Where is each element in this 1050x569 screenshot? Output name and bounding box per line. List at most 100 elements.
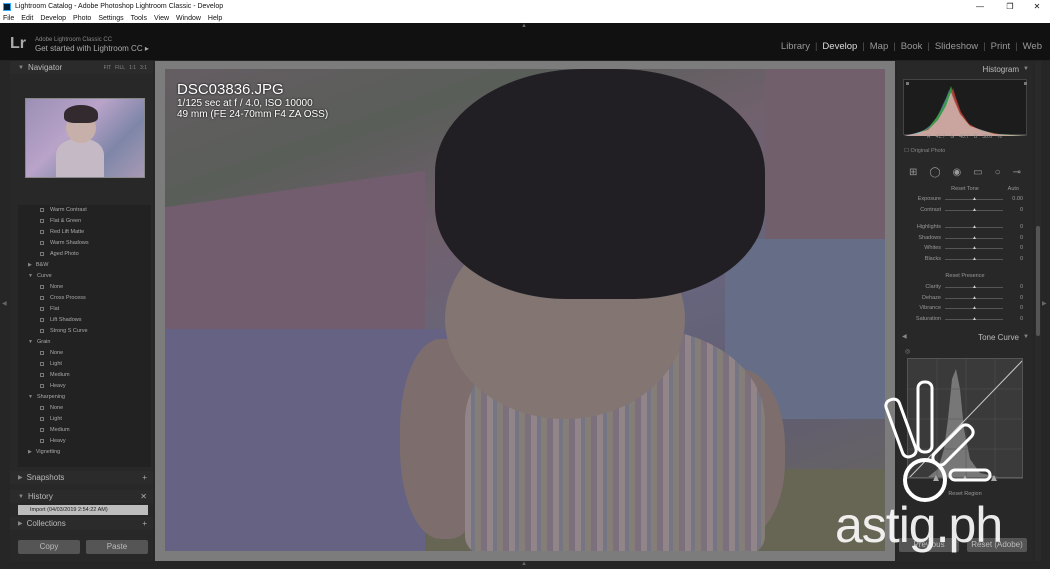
- module-print[interactable]: Print: [991, 41, 1011, 52]
- slider-value[interactable]: 0: [1003, 316, 1023, 322]
- menu-view[interactable]: View: [154, 15, 169, 22]
- photo-preview[interactable]: DSC03836.JPG 1/125 sec at f / 4.0, ISO 1…: [165, 69, 885, 551]
- adjustment-brush-tool-icon[interactable]: ⊸: [1013, 167, 1021, 178]
- slider-thumb-icon[interactable]: ▲: [972, 284, 977, 290]
- menu-settings[interactable]: Settings: [98, 15, 123, 22]
- preset-item[interactable]: None: [18, 403, 151, 414]
- menu-window[interactable]: Window: [176, 15, 201, 22]
- preset-folder[interactable]: ▼ Curve: [18, 271, 151, 282]
- menu-edit[interactable]: Edit: [21, 15, 33, 22]
- histogram-header[interactable]: Histogram ▼: [897, 63, 1033, 76]
- paste-button[interactable]: Paste: [86, 540, 148, 554]
- preset-item[interactable]: Light: [18, 414, 151, 425]
- navigator-preview[interactable]: [25, 98, 145, 178]
- crop-tool-icon[interactable]: ⊞: [909, 167, 917, 178]
- slider-exposure[interactable]: Exposure ▲ 0.00: [905, 195, 1027, 204]
- radial-filter-tool-icon[interactable]: ○: [995, 167, 1001, 178]
- zoom-1-1[interactable]: 1:1: [129, 65, 136, 71]
- reset-tone-label[interactable]: Reset Tone: [951, 186, 979, 192]
- preset-folder[interactable]: ▼ Sharpening: [18, 392, 151, 403]
- slider-highlights[interactable]: Highlights ▲ 0: [905, 223, 1027, 232]
- top-panel-toggle-icon[interactable]: ▲: [521, 23, 527, 29]
- preset-item[interactable]: Flat: [18, 304, 151, 315]
- menu-photo[interactable]: Photo: [73, 15, 91, 22]
- preset-item[interactable]: Flat & Green: [18, 216, 151, 227]
- add-collection-icon[interactable]: +: [142, 519, 147, 528]
- slider-thumb-icon[interactable]: ▲: [972, 235, 977, 241]
- scrollbar-thumb[interactable]: [1036, 226, 1040, 336]
- menu-develop[interactable]: Develop: [40, 15, 66, 22]
- preset-folder[interactable]: ▶ Vignetting: [18, 447, 151, 458]
- maximize-button[interactable]: ❐: [995, 0, 1025, 13]
- slider-value[interactable]: 0: [1003, 245, 1023, 251]
- slider-value[interactable]: 0: [1003, 207, 1023, 213]
- tone-curve-header[interactable]: Tone Curve ▼: [897, 331, 1033, 344]
- copy-button[interactable]: Copy: [18, 540, 80, 554]
- module-web[interactable]: Web: [1023, 41, 1042, 52]
- slider-thumb-icon[interactable]: ▲: [972, 256, 977, 262]
- preset-folder[interactable]: ▶ B&W: [18, 260, 151, 271]
- slider-thumb-icon[interactable]: ▲: [972, 224, 977, 230]
- preset-item[interactable]: Red Lift Matte: [18, 227, 151, 238]
- left-panel-toggle-icon[interactable]: ◀: [2, 300, 7, 307]
- history-header[interactable]: ▼ History: [10, 490, 153, 503]
- module-library[interactable]: Library: [781, 41, 810, 52]
- graduated-filter-tool-icon[interactable]: ▭: [973, 167, 982, 178]
- zoom-3-1[interactable]: 3:1: [140, 65, 147, 71]
- preset-item[interactable]: Light: [18, 359, 151, 370]
- slider-thumb-icon[interactable]: ▲: [972, 305, 977, 311]
- slider-value[interactable]: 0: [1003, 284, 1023, 290]
- slider-thumb-icon[interactable]: ▲: [972, 196, 977, 202]
- target-adjust-icon[interactable]: ◎: [905, 348, 910, 355]
- preset-item[interactable]: Warm Contrast: [18, 205, 151, 216]
- history-item[interactable]: Import (04/03/2019 2:54:22 AM): [18, 505, 148, 515]
- preset-item[interactable]: Medium: [18, 425, 151, 436]
- histogram[interactable]: [903, 79, 1028, 136]
- slider-contrast[interactable]: Contrast ▲ 0: [905, 206, 1027, 215]
- slider-blacks[interactable]: Blacks ▲ 0: [905, 255, 1027, 264]
- slider-value[interactable]: 0: [1003, 256, 1023, 262]
- preset-item[interactable]: Cross Process: [18, 293, 151, 304]
- filmstrip-toggle-icon[interactable]: ▲: [521, 561, 527, 567]
- expand-left-triangle-icon[interactable]: ◀: [902, 333, 907, 340]
- slider-value[interactable]: 0: [1003, 235, 1023, 241]
- slider-clarity[interactable]: Clarity ▲ 0: [905, 283, 1027, 292]
- module-slideshow[interactable]: Slideshow: [935, 41, 978, 52]
- slider-vibrance[interactable]: Vibrance ▲ 0: [905, 304, 1027, 313]
- get-started-link[interactable]: Get started with Lightroom CC ▸: [35, 44, 149, 53]
- slider-value[interactable]: 0: [1003, 305, 1023, 311]
- preset-item[interactable]: None: [18, 348, 151, 359]
- preset-item[interactable]: None: [18, 282, 151, 293]
- original-photo-checkbox[interactable]: ☐ Original Photo: [904, 148, 945, 154]
- zoom-fit[interactable]: FIT: [104, 65, 112, 71]
- slider-value[interactable]: 0: [1003, 295, 1023, 301]
- preset-item[interactable]: Strong S Curve: [18, 326, 151, 337]
- preset-item[interactable]: Warm Shadows: [18, 238, 151, 249]
- menu-help[interactable]: Help: [208, 15, 222, 22]
- menu-tools[interactable]: Tools: [131, 15, 147, 22]
- slider-value[interactable]: 0.00: [1003, 196, 1023, 202]
- auto-tone-button[interactable]: Auto: [1008, 186, 1019, 192]
- slider-thumb-icon[interactable]: ▲: [972, 245, 977, 251]
- snapshots-header[interactable]: ▶ Snapshots: [10, 471, 153, 484]
- preset-item[interactable]: Medium: [18, 370, 151, 381]
- slider-saturation[interactable]: Saturation ▲ 0: [905, 315, 1027, 324]
- reset-presence-label[interactable]: Reset Presence: [897, 273, 1033, 279]
- add-snapshot-icon[interactable]: +: [142, 473, 147, 482]
- preset-item[interactable]: Lift Shadows: [18, 315, 151, 326]
- slider-shadows[interactable]: Shadows ▲ 0: [905, 234, 1027, 243]
- spot-removal-tool-icon[interactable]: ◯: [929, 167, 940, 178]
- preset-item[interactable]: Heavy: [18, 436, 151, 447]
- module-map[interactable]: Map: [870, 41, 888, 52]
- slider-thumb-icon[interactable]: ▲: [972, 295, 977, 301]
- preset-item[interactable]: Heavy: [18, 381, 151, 392]
- clear-history-icon[interactable]: ✕: [140, 492, 147, 501]
- slider-whites[interactable]: Whites ▲ 0: [905, 244, 1027, 253]
- close-button[interactable]: ✕: [1022, 0, 1050, 13]
- slider-value[interactable]: 0: [1003, 224, 1023, 230]
- right-panel-toggle-icon[interactable]: ▶: [1042, 300, 1047, 307]
- zoom-fill[interactable]: FILL: [115, 65, 125, 71]
- red-eye-tool-icon[interactable]: ◉: [952, 167, 961, 178]
- collections-header[interactable]: ▶ Collections: [10, 517, 153, 530]
- menu-file[interactable]: File: [3, 15, 14, 22]
